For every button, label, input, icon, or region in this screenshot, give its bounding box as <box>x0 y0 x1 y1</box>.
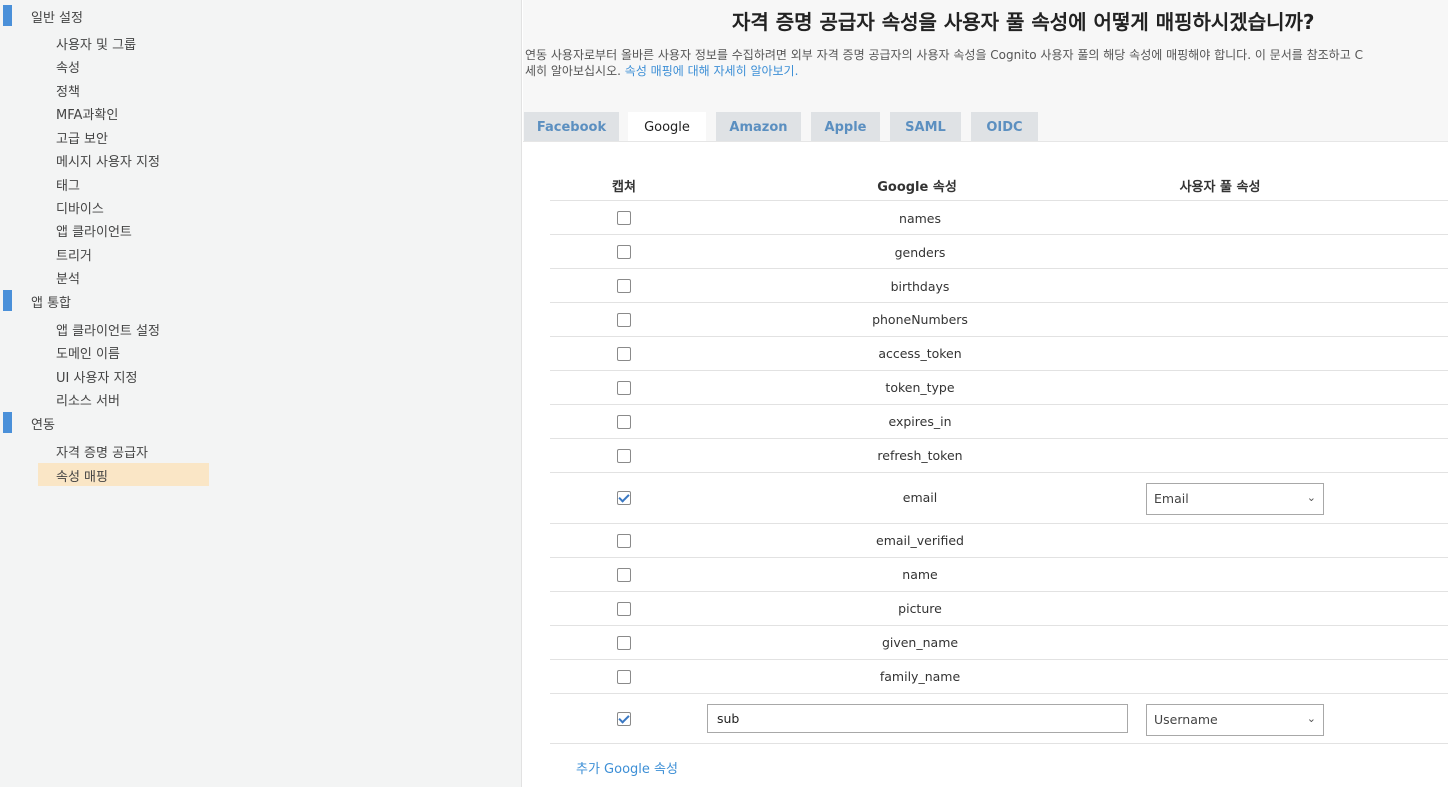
google-attribute-name: email <box>902 490 938 505</box>
section-marker <box>3 412 12 433</box>
table-row: birthdays <box>550 268 1448 302</box>
google-attribute-name: names <box>899 211 941 226</box>
table-row: expires_in <box>550 404 1448 438</box>
description-line-2: 세히 알아보십시오. 속성 매핑에 대해 자세히 알아보기. <box>525 63 1448 79</box>
google-attribute-name: phoneNumbers <box>872 312 968 327</box>
column-header-user-pool-attribute: 사용자 풀 속성 <box>1179 180 1261 195</box>
sidebar-item-triggers[interactable]: 트리거 <box>56 245 92 264</box>
sidebar-item-app-clients[interactable]: 앱 클라이언트 <box>56 221 132 240</box>
google-attribute-name: family_name <box>879 669 961 684</box>
capture-checkbox[interactable] <box>617 381 631 395</box>
capture-checkbox[interactable] <box>617 670 631 684</box>
capture-checkbox[interactable] <box>617 602 631 616</box>
select-value: Email <box>1154 491 1189 506</box>
sidebar-section-federation[interactable]: 연동 <box>0 411 300 433</box>
table-row: names <box>550 200 1448 234</box>
user-pool-attribute-select[interactable]: Email ⌄ <box>1146 483 1324 515</box>
custom-google-attribute-input[interactable] <box>707 704 1128 733</box>
add-google-attribute-link[interactable]: 추가 Google 속성 <box>576 758 678 777</box>
table-row: token_type <box>550 370 1448 404</box>
description-text-2: 세히 알아보십시오. <box>525 64 621 78</box>
tab-oidc[interactable]: OIDC <box>971 112 1038 142</box>
capture-checkbox[interactable] <box>617 211 631 225</box>
table-row: family_name <box>550 659 1448 693</box>
user-pool-attribute-select[interactable]: Username ⌄ <box>1146 704 1324 736</box>
sidebar-item-tags[interactable]: 태그 <box>56 175 80 194</box>
page-description: 연동 사용자로부터 올바른 사용자 정보를 수집하려면 외부 자격 증명 공급자… <box>525 47 1448 79</box>
sidebar-section-label: 앱 통합 <box>31 296 72 311</box>
section-marker <box>3 290 12 311</box>
capture-checkbox[interactable] <box>617 712 631 726</box>
sidebar-item-devices[interactable]: 디바이스 <box>56 198 104 217</box>
table-row: refresh_token <box>550 438 1448 472</box>
sidebar-item-attributes[interactable]: 속성 <box>56 57 80 76</box>
table-row: phoneNumbers <box>550 302 1448 336</box>
google-attribute-name: given_name <box>881 635 959 650</box>
select-value: Username <box>1154 712 1218 727</box>
google-attribute-name: genders <box>894 245 946 260</box>
main-content: 자격 증명 공급자 속성을 사용자 풀 속성에 어떻게 매핑하시겠습니까? 연동… <box>523 0 1448 787</box>
sidebar-section-app-integration[interactable]: 앱 통합 <box>0 289 300 311</box>
sidebar-item-attribute-mapping[interactable]: 속성 매핑 <box>56 466 108 485</box>
sidebar-section-general[interactable]: 일반 설정 <box>0 4 300 26</box>
learn-more-link[interactable]: 속성 매핑에 대해 자세히 알아보기. <box>625 64 799 78</box>
capture-checkbox[interactable] <box>617 415 631 429</box>
sidebar-item-ui-customization[interactable]: UI 사용자 지정 <box>56 367 137 386</box>
table-row: email Email ⌄ <box>550 472 1448 523</box>
description-text: 연동 사용자로부터 올바른 사용자 정보를 수집하려면 외부 자격 증명 공급자… <box>525 48 1363 62</box>
sidebar-section-label: 연동 <box>31 418 55 433</box>
section-marker <box>3 5 12 26</box>
google-attribute-name: birthdays <box>890 279 950 294</box>
tab-facebook[interactable]: Facebook <box>524 112 619 142</box>
sidebar-item-domain-name[interactable]: 도메인 이름 <box>56 343 120 362</box>
capture-checkbox[interactable] <box>617 568 631 582</box>
sidebar-item-app-client-settings[interactable]: 앱 클라이언트 설정 <box>56 320 160 339</box>
table-row: name <box>550 557 1448 591</box>
custom-attribute-row: Username ⌄ <box>550 693 1448 744</box>
capture-checkbox[interactable] <box>617 449 631 463</box>
page-title: 자격 증명 공급자 속성을 사용자 풀 속성에 어떻게 매핑하시겠습니까? <box>732 10 1315 34</box>
sidebar-item-mfa[interactable]: MFA과확인 <box>56 104 118 123</box>
capture-checkbox[interactable] <box>617 491 631 505</box>
google-attribute-name: access_token <box>878 346 962 361</box>
google-attribute-name: email_verified <box>876 533 964 548</box>
table-row: picture <box>550 591 1448 625</box>
capture-checkbox[interactable] <box>617 347 631 361</box>
tab-google[interactable]: Google <box>628 112 706 142</box>
table-row: access_token <box>550 336 1448 370</box>
sidebar-item-advanced-security[interactable]: 고급 보안 <box>56 128 108 147</box>
sidebar: 일반 설정 사용자 및 그룹 속성 정책 MFA과확인 고급 보안 메시지 사용… <box>0 0 522 787</box>
capture-checkbox[interactable] <box>617 313 631 327</box>
attribute-mapping-panel: 캡쳐 Google 속성 사용자 풀 속성 names genders birt… <box>523 141 1448 787</box>
capture-checkbox[interactable] <box>617 534 631 548</box>
column-header-capture: 캡쳐 <box>612 180 636 195</box>
sidebar-section-label: 일반 설정 <box>31 11 83 26</box>
google-attribute-name: token_type <box>885 380 955 395</box>
chevron-down-icon: ⌄ <box>1306 712 1316 725</box>
table-row: email_verified <box>550 523 1448 557</box>
sidebar-item-resource-servers[interactable]: 리소스 서버 <box>56 390 120 409</box>
tab-saml[interactable]: SAML <box>890 112 961 142</box>
google-attribute-name: refresh_token <box>877 448 963 463</box>
column-header-google-attribute: Google 속성 <box>877 180 957 195</box>
sidebar-item-identity-providers[interactable]: 자격 증명 공급자 <box>56 442 148 461</box>
sidebar-item-users-groups[interactable]: 사용자 및 그룹 <box>56 34 136 53</box>
google-attribute-name: picture <box>898 601 942 616</box>
table-row: given_name <box>550 625 1448 659</box>
google-attribute-name: expires_in <box>888 414 952 429</box>
sidebar-item-policies[interactable]: 정책 <box>56 81 80 100</box>
chevron-down-icon: ⌄ <box>1306 491 1316 504</box>
google-attribute-name: name <box>902 567 938 582</box>
tab-amazon[interactable]: Amazon <box>716 112 801 142</box>
table-row: genders <box>550 234 1448 268</box>
capture-checkbox[interactable] <box>617 245 631 259</box>
sidebar-item-message-customization[interactable]: 메시지 사용자 지정 <box>56 151 160 170</box>
tab-apple[interactable]: Apple <box>811 112 880 142</box>
capture-checkbox[interactable] <box>617 279 631 293</box>
sidebar-item-analytics[interactable]: 분석 <box>56 268 80 287</box>
capture-checkbox[interactable] <box>617 636 631 650</box>
